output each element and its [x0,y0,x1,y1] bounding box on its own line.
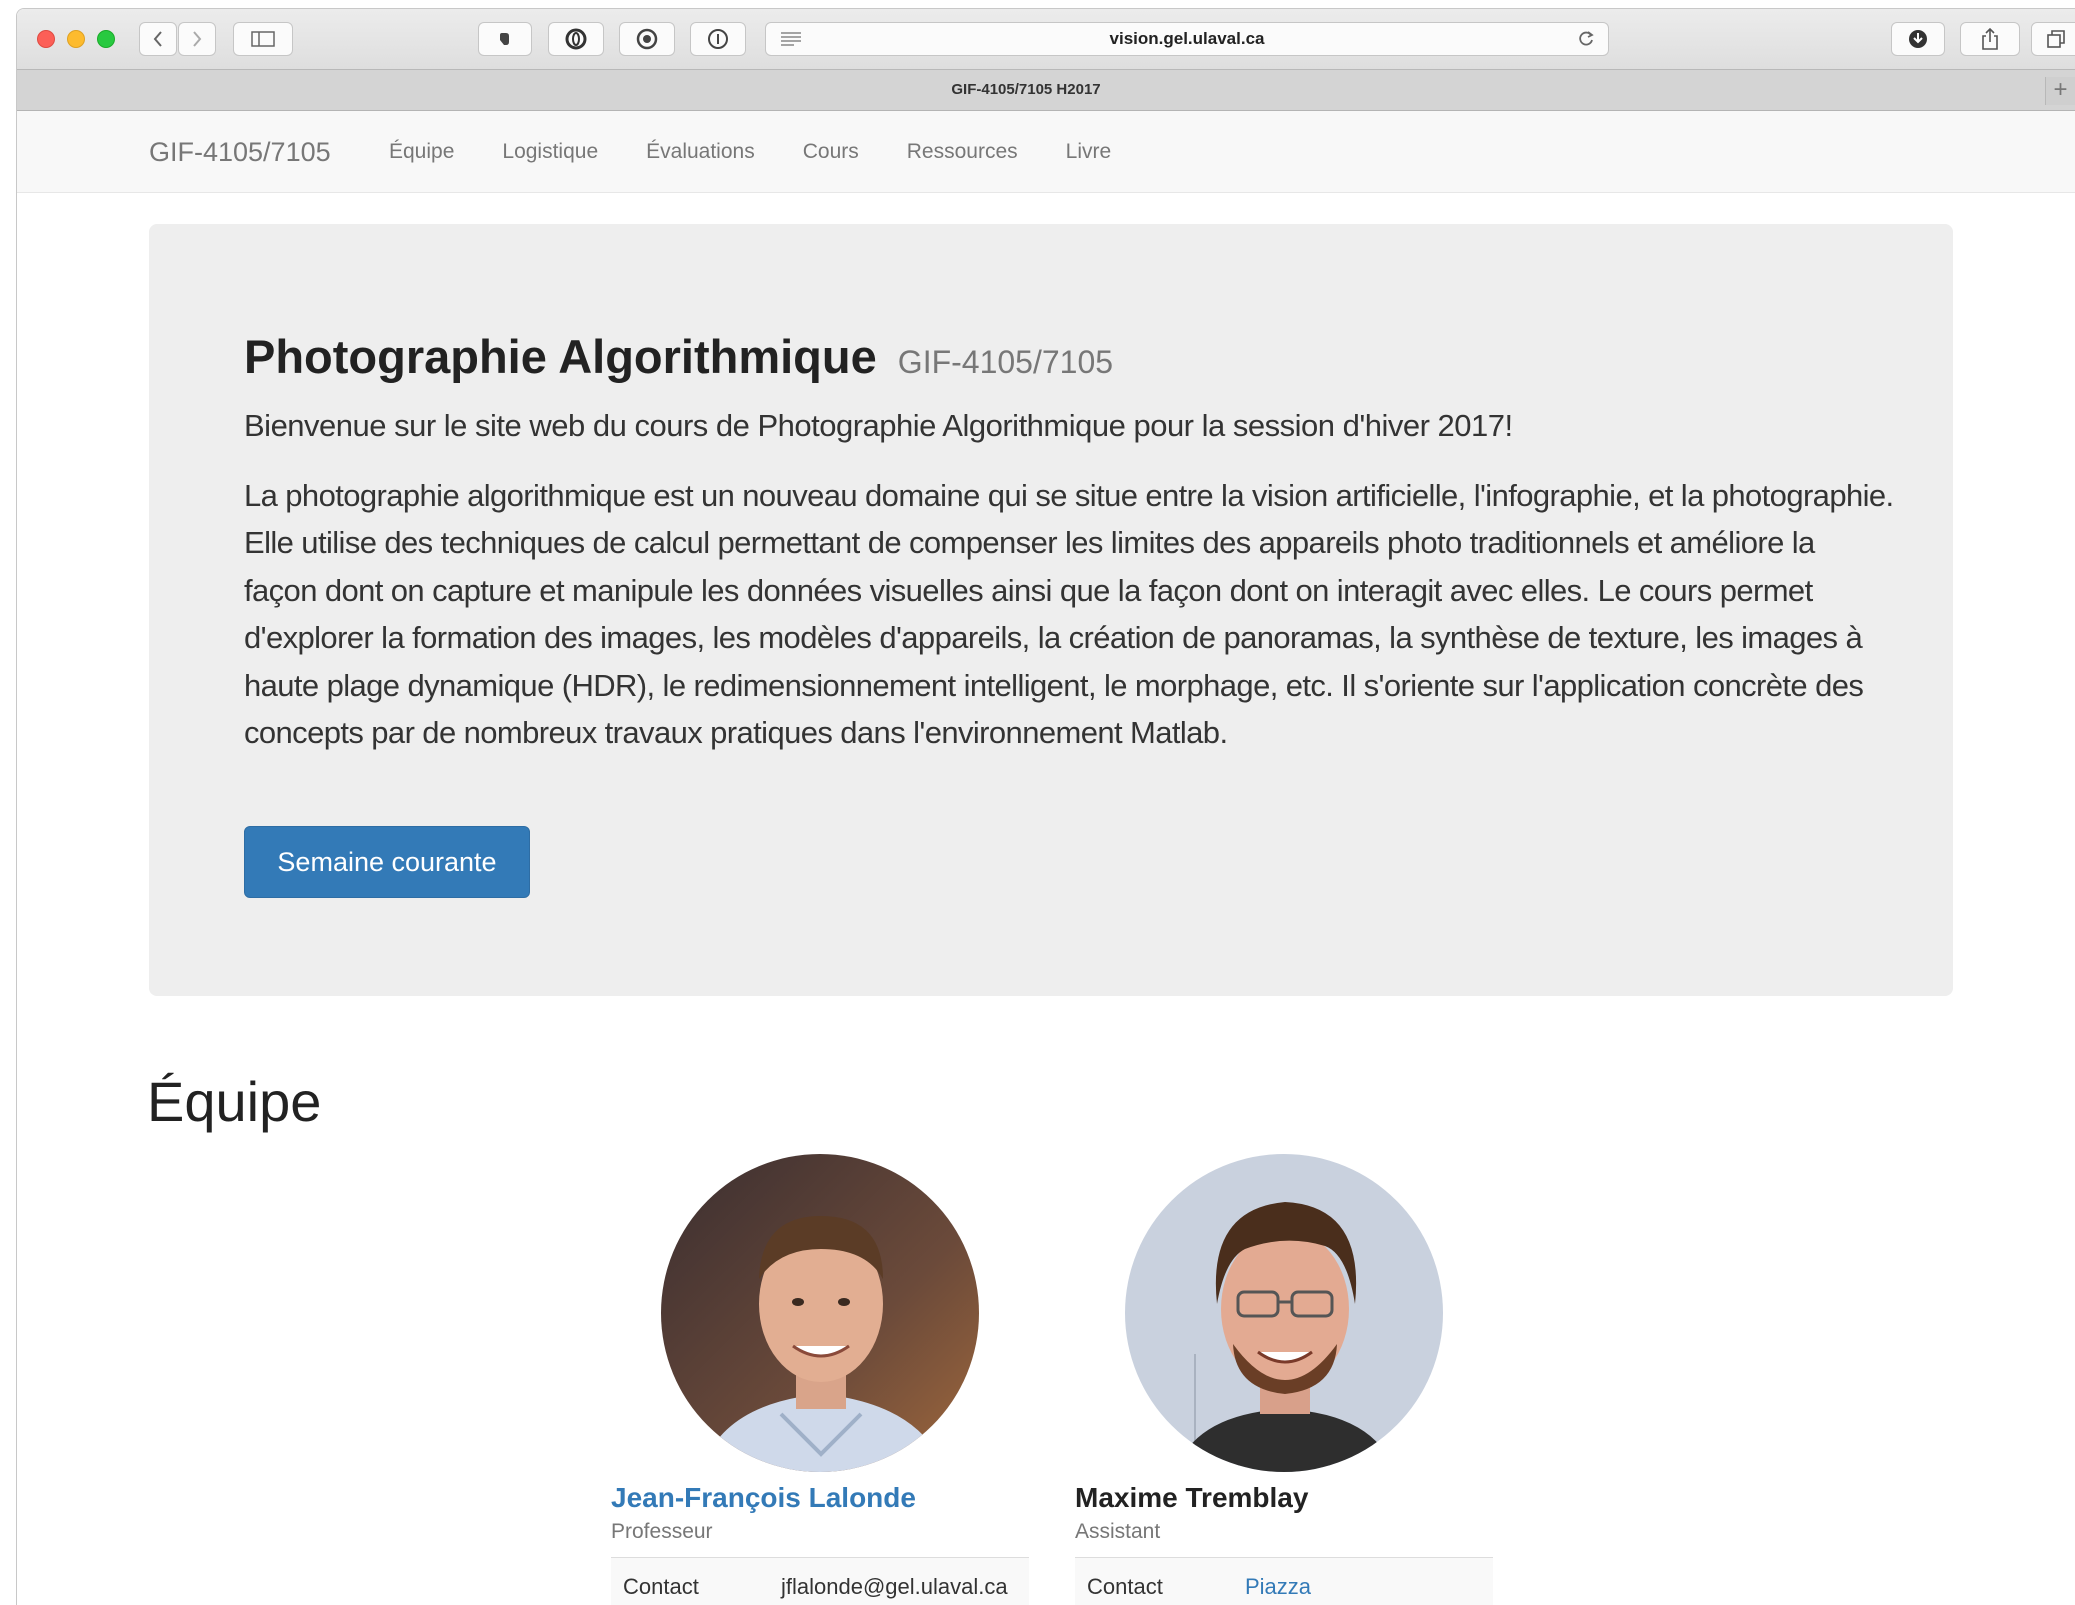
forward-button[interactable] [178,22,216,56]
site-navbar: GIF-4105/7105 Équipe Logistique Évaluati… [17,111,2075,193]
share-icon [1982,27,1998,50]
site-brand[interactable]: GIF-4105/7105 [149,111,331,193]
new-tab-button[interactable]: + [2045,77,2075,105]
browser-toolbar: vision.gel.ulaval.ca [17,9,2075,69]
nav-link-evaluations[interactable]: Évaluations [646,140,755,164]
tabs-overview-button[interactable] [2031,22,2075,56]
page-viewport: GIF-4105/7105 Équipe Logistique Évaluati… [17,111,2075,1605]
nav-link-cours[interactable]: Cours [803,140,859,164]
info-icon [708,29,728,49]
tabs-icon [2047,30,2065,48]
share-button[interactable] [1960,22,2020,56]
info-extension-button[interactable] [690,22,746,56]
member-name-link[interactable]: Jean-François Lalonde [611,1482,916,1514]
contact-row: Contact jflalonde@gel.ulaval.ca [611,1557,1029,1605]
member-role: Assistant [1075,1520,1161,1543]
contact-label: Contact [623,1574,699,1599]
nav-link-logistique[interactable]: Logistique [502,140,598,164]
download-button[interactable] [1891,22,1945,56]
tab-bar: GIF-4105/7105 H2017 + [17,69,2075,111]
sidebar-icon [251,31,275,47]
close-window-button[interactable] [37,30,55,48]
nav-link-livre[interactable]: Livre [1066,140,1112,164]
hand-extension-button[interactable] [478,22,532,56]
minimize-window-button[interactable] [67,30,85,48]
page-title: Photographie Algorithmique GIF-4105/7105 [244,329,1113,384]
nav-link-ressources[interactable]: Ressources [907,140,1018,164]
url-text[interactable]: vision.gel.ulaval.ca [766,23,1608,55]
adblock-icon [636,28,658,50]
member-name: Maxime Tremblay [1075,1482,1309,1513]
extension-icon [565,28,587,50]
avatar [1125,1154,1443,1472]
browser-window: vision.gel.ulaval.ca GIF-4105/7105 H2017… [16,8,2075,1605]
welcome-lead: Bienvenue sur le site web du cours de Ph… [244,408,1513,443]
jumbotron: Photographie Algorithmique GIF-4105/7105… [149,224,1953,996]
avatar [661,1154,979,1472]
reload-icon[interactable] [1576,29,1596,54]
adblock-button[interactable] [619,22,675,56]
course-title: Photographie Algorithmique [244,330,877,383]
course-description: La photographie algorithmique est un nou… [244,478,1894,751]
member-role: Professeur [611,1520,713,1543]
course-code: GIF-4105/7105 [897,344,1114,380]
contact-label: Contact [1087,1574,1163,1599]
nav-links: Équipe Logistique Évaluations Cours Ress… [389,111,1159,193]
nav-link-equipe[interactable]: Équipe [389,140,454,164]
contact-row: Contact Piazza [1075,1557,1493,1605]
download-icon [1909,30,1927,48]
hand-icon [500,33,509,45]
contact-email: jflalonde@gel.ulaval.ca [781,1574,1008,1599]
active-tab[interactable]: GIF-4105/7105 H2017 [17,70,2035,110]
back-button[interactable] [139,22,177,56]
address-bar[interactable]: vision.gel.ulaval.ca [765,22,1609,56]
zoom-window-button[interactable] [97,30,115,48]
current-week-button[interactable]: Semaine courante [244,826,530,898]
contact-piazza-link[interactable]: Piazza [1245,1574,1311,1600]
extension-button[interactable] [548,22,604,56]
team-heading: Équipe [147,1070,322,1133]
forward-icon [193,31,202,47]
sidebar-button[interactable] [233,22,293,56]
back-icon [153,31,162,47]
